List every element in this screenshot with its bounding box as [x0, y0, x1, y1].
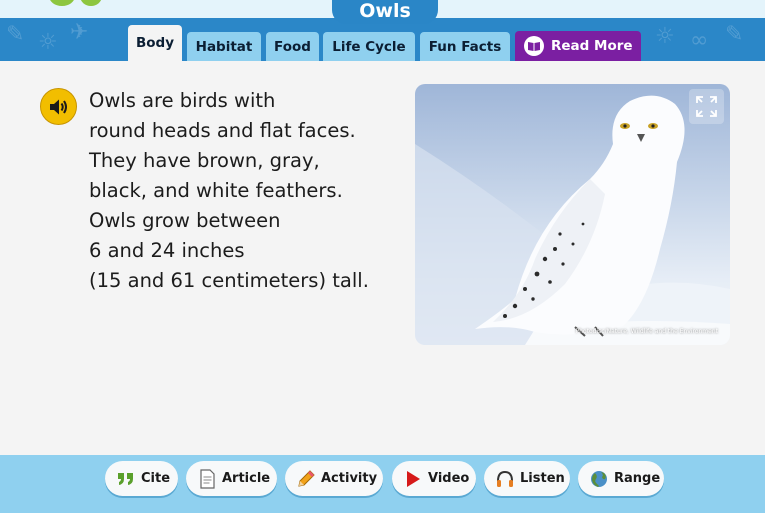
tab-fun-facts[interactable]: Fun Facts [420, 32, 510, 61]
listen-button[interactable]: Listen [484, 461, 570, 496]
tab-food[interactable]: Food [266, 32, 319, 61]
read-more-button[interactable]: Read More [515, 31, 641, 61]
expand-button[interactable] [689, 89, 724, 124]
tab-habitat[interactable]: Habitat [187, 32, 261, 61]
doodle-icon: ☼ [655, 24, 675, 49]
article-line: Owls are birds with [89, 89, 276, 112]
article-line: black, and white feathers. [89, 179, 343, 202]
listen-label: Listen [520, 471, 565, 486]
globe-icon [591, 471, 607, 487]
tab-body[interactable]: Body [128, 25, 182, 61]
read-aloud-button[interactable] [40, 88, 77, 125]
article-text: Owls are birds with round heads and flat… [89, 86, 399, 296]
doodle-icon: ✎ [6, 22, 25, 47]
page: ✎ ☼ ✈ ☼ ∞ ✎ Body Habitat Food Life Cycle… [0, 0, 765, 513]
cite-label: Cite [141, 471, 171, 486]
pencil-icon [298, 470, 315, 487]
owl-photo[interactable]: Photodisc/Nature, Wildlife and the Envir… [415, 84, 730, 345]
article-label: Article [222, 471, 271, 486]
article-line: They have brown, gray, [89, 149, 320, 172]
video-label: Video [428, 471, 470, 486]
logo-icon [80, 0, 102, 6]
doodle-icon: ✎ [725, 22, 744, 47]
photo-credit: Photodisc/Nature, Wildlife and the Envir… [575, 328, 718, 335]
headphones-icon [497, 470, 513, 487]
article-line: (15 and 61 centimeters) tall. [89, 269, 369, 292]
video-button[interactable]: Video [392, 461, 476, 496]
quote-icon [118, 473, 133, 485]
activity-label: Activity [321, 471, 378, 486]
speaker-icon [50, 99, 67, 115]
article-line: round heads and flat faces. [89, 119, 356, 142]
book-icon [524, 36, 544, 56]
cite-button[interactable]: Cite [105, 461, 178, 496]
play-icon [407, 471, 420, 487]
expand-icon [696, 96, 717, 117]
bottom-toolbar: Cite Article Activity Video Listen Range [0, 455, 765, 513]
article-button[interactable]: Article [186, 461, 277, 496]
page-title-tab: Owls [332, 0, 438, 24]
page-title: Owls [359, 0, 411, 22]
article-line: 6 and 24 inches [89, 239, 245, 262]
activity-button[interactable]: Activity [285, 461, 383, 496]
tab-bar: ✎ ☼ ✈ ☼ ∞ ✎ Body Habitat Food Life Cycle… [0, 18, 765, 61]
document-icon [200, 469, 215, 489]
doodle-icon: ✈ [70, 20, 89, 45]
doodle-icon: ☼ [38, 30, 58, 55]
range-button[interactable]: Range [578, 461, 664, 496]
range-label: Range [614, 471, 661, 486]
logo-icon [49, 0, 75, 6]
snowy-owl-image [415, 95, 730, 345]
doodle-icon: ∞ [690, 28, 709, 53]
read-more-label: Read More [551, 38, 633, 54]
article-line: Owls grow between [89, 209, 281, 232]
tab-life-cycle[interactable]: Life Cycle [323, 32, 415, 61]
